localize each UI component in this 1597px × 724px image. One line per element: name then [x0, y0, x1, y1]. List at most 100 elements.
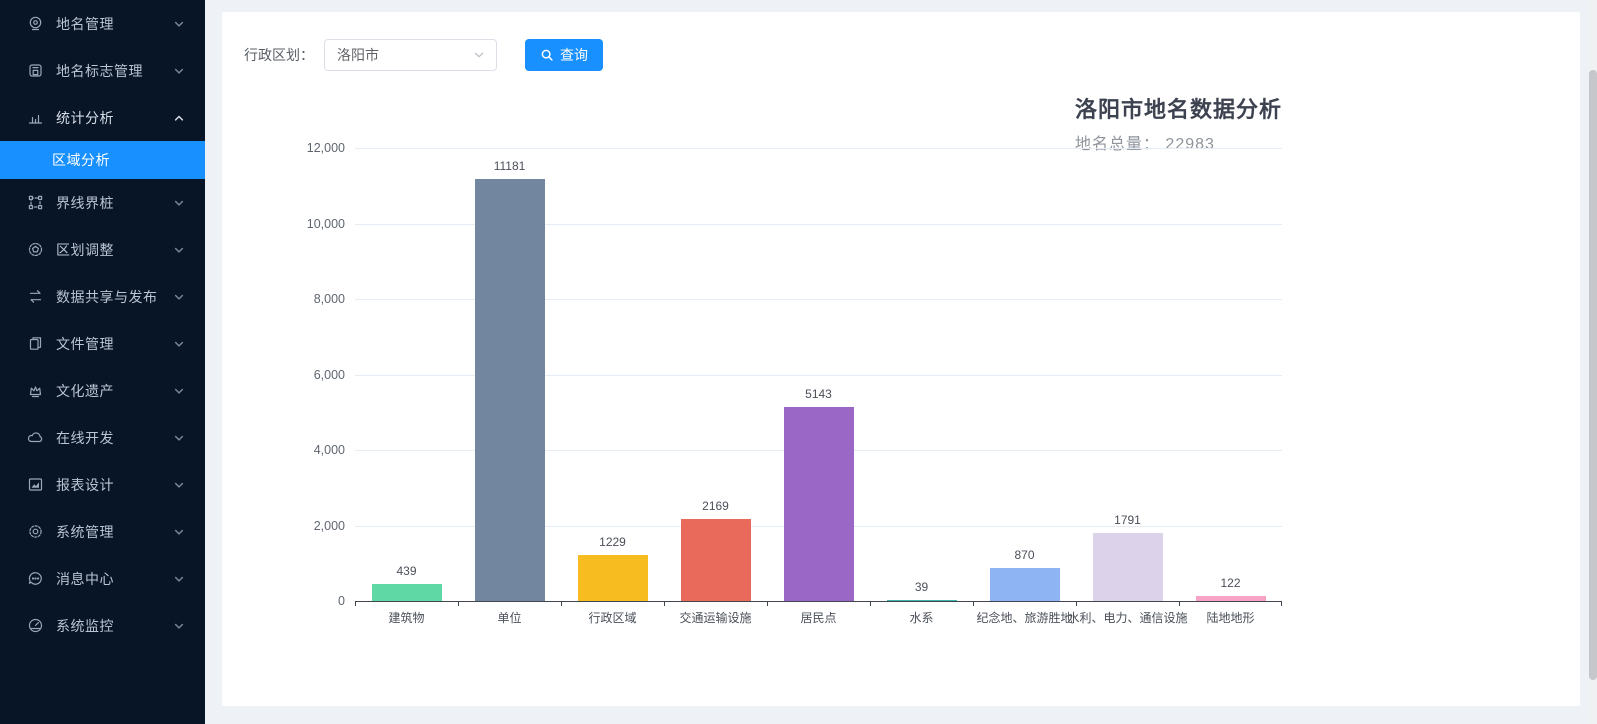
y-axis-tick-label: 10,000 [255, 217, 345, 231]
chart-band: 1791水利、电力、通信设施 [1076, 148, 1179, 601]
chevron-down-icon [173, 479, 185, 491]
bar-value-label: 439 [396, 564, 416, 578]
x-axis-category-label: 行政区域 [588, 609, 636, 626]
x-axis-category-label: 纪念地、旅游胜地 [976, 609, 1072, 626]
chart-title: 洛阳市地名数据分析 [1075, 92, 1282, 124]
y-axis-tick-label: 6,000 [255, 368, 345, 382]
chevron-down-icon [173, 385, 185, 397]
sidebar-item-label: 地名标志管理 [56, 61, 173, 81]
sidebar-item-zoning-adjustment[interactable]: 区划调整 [0, 226, 205, 273]
y-axis-tick-label: 8,000 [255, 292, 345, 306]
bar-value-label: 5143 [805, 387, 832, 401]
bar-6[interactable] [887, 600, 957, 602]
y-axis-tick-label: 0 [255, 594, 345, 608]
sidebar-item-label: 文件管理 [56, 334, 173, 354]
chevron-down-icon [173, 65, 185, 77]
x-axis-tick [1281, 601, 1282, 606]
heritage-crown-icon [27, 382, 44, 399]
content-card: 行政区划： 洛阳市 查询 洛阳市地名数据分析 地名总量： 22983 02,00… [222, 12, 1580, 706]
x-axis-tick [1179, 601, 1180, 606]
region-select-value: 洛阳市 [337, 45, 472, 65]
sidebar-item-label: 文化遗产 [56, 381, 173, 401]
y-axis-tick-label: 12,000 [255, 141, 345, 155]
sidebar-item-place-name-management[interactable]: 地名管理 [0, 0, 205, 47]
x-axis-tick [561, 601, 562, 606]
chevron-down-icon [173, 573, 185, 585]
sidebar-item-report-design[interactable]: 报表设计 [0, 461, 205, 508]
sidebar-subitem-region-analysis[interactable]: 区域分析 [0, 141, 205, 179]
query-button-label: 查询 [560, 45, 588, 65]
bar-value-label: 122 [1220, 576, 1240, 590]
sidebar-item-cultural-heritage[interactable]: 文化遗产 [0, 367, 205, 414]
sidebar-item-online-development[interactable]: 在线开发 [0, 414, 205, 461]
sidebar-item-label: 消息中心 [56, 569, 173, 589]
y-axis-tick-label: 2,000 [255, 519, 345, 533]
bar-value-label: 11181 [494, 159, 526, 173]
main-content: 行政区划： 洛阳市 查询 洛阳市地名数据分析 地名总量： 22983 02,00… [205, 0, 1597, 724]
sidebar-item-boundary-markers[interactable]: 界线界桩 [0, 179, 205, 226]
bar-chart-icon [27, 109, 44, 126]
x-axis-category-label: 陆地地形 [1206, 609, 1254, 626]
sidebar-item-label: 系统管理 [56, 522, 173, 542]
search-icon [540, 48, 554, 62]
sidebar-item-file-management[interactable]: 文件管理 [0, 320, 205, 367]
bar-8[interactable] [1093, 533, 1163, 601]
chart-band: 39水系 [870, 148, 973, 601]
bar-value-label: 870 [1014, 548, 1034, 562]
bar-7[interactable] [990, 568, 1060, 601]
sidebar-item-data-sharing-publishing[interactable]: 数据共享与发布 [0, 273, 205, 320]
x-axis-tick [870, 601, 871, 606]
sidebar-item-system-monitoring[interactable]: 系统监控 [0, 602, 205, 649]
sidebar: 地名管理地名标志管理统计分析区域分析界线界桩区划调整数据共享与发布文件管理文化遗… [0, 0, 205, 724]
sidebar-item-system-management[interactable]: 系统管理 [0, 508, 205, 555]
sidebar-item-label: 系统监控 [56, 616, 173, 636]
chevron-down-icon [173, 18, 185, 30]
bar-1[interactable] [372, 584, 442, 601]
x-axis-category-label: 单位 [497, 609, 521, 626]
x-axis-line [355, 601, 1282, 602]
sidebar-item-label: 界线界桩 [56, 193, 173, 213]
gear-icon [27, 523, 44, 540]
sidebar-item-statistical-analysis[interactable]: 统计分析 [0, 94, 205, 141]
y-axis-tick-label: 4,000 [255, 443, 345, 457]
vertical-scrollbar-track[interactable] [1589, 0, 1597, 724]
bar-chart: 02,0004,0006,0008,00010,00012,000439建筑物1… [355, 148, 1282, 601]
chart-band: 1229行政区域 [561, 148, 664, 601]
chart-band: 2169交通运输设施 [664, 148, 767, 601]
x-axis-tick [1076, 601, 1077, 606]
query-button[interactable]: 查询 [525, 39, 603, 71]
chevron-down-icon [173, 432, 185, 444]
region-filter-label: 行政区划： [244, 45, 314, 65]
bar-5[interactable] [784, 407, 854, 601]
location-pin-icon [27, 15, 44, 32]
x-axis-category-label: 水利、电力、通信设施 [1067, 609, 1187, 626]
x-axis-category-label: 交通运输设施 [679, 609, 751, 626]
bar-9[interactable] [1196, 596, 1266, 601]
bar-4[interactable] [681, 519, 751, 601]
x-axis-category-label: 居民点 [800, 609, 836, 626]
signage-icon [27, 62, 44, 79]
bar-value-label: 1791 [1114, 513, 1141, 527]
gauge-icon [27, 617, 44, 634]
chart-band: 439建筑物 [355, 148, 458, 601]
message-icon [27, 570, 44, 587]
sidebar-item-place-name-sign-management[interactable]: 地名标志管理 [0, 47, 205, 94]
chevron-down-icon [472, 48, 486, 62]
sidebar-item-label: 区划调整 [56, 240, 173, 260]
file-icon [27, 335, 44, 352]
chevron-down-icon [173, 197, 185, 209]
x-axis-tick [973, 601, 974, 606]
region-select[interactable]: 洛阳市 [324, 39, 497, 71]
chevron-down-icon [173, 244, 185, 256]
chart-band: 870纪念地、旅游胜地 [973, 148, 1076, 601]
chevron-down-icon [173, 620, 185, 632]
vertical-scrollbar-thumb[interactable] [1589, 70, 1597, 680]
sidebar-item-label: 数据共享与发布 [56, 287, 173, 307]
sidebar-item-message-center[interactable]: 消息中心 [0, 555, 205, 602]
bar-3[interactable] [578, 555, 648, 601]
x-axis-tick [664, 601, 665, 606]
chart-band: 122陆地地形 [1179, 148, 1282, 601]
bar-2[interactable] [475, 179, 545, 601]
seal-icon [27, 241, 44, 258]
x-axis-tick [355, 601, 356, 606]
